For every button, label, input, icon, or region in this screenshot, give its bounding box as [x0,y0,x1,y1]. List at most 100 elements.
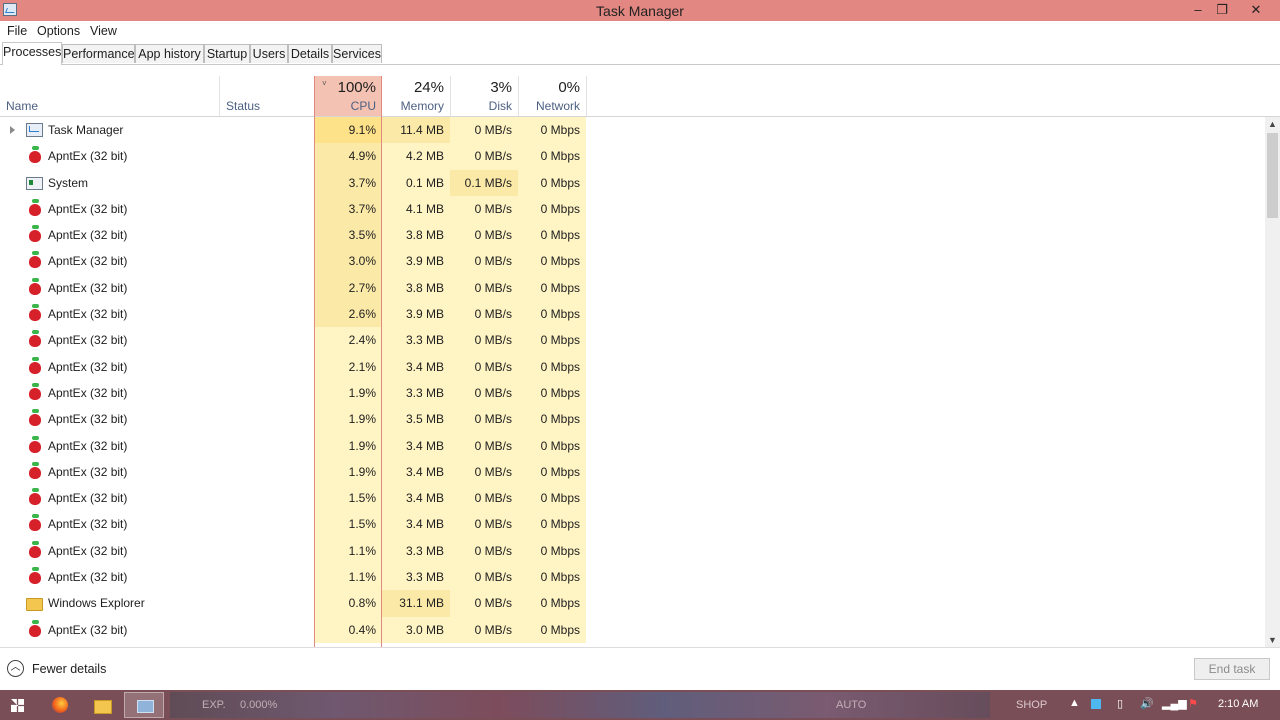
tab-services[interactable]: Services [332,44,382,63]
apple-icon [29,198,41,216]
scroll-up-icon[interactable]: ▲ [1265,119,1280,129]
vertical-scrollbar[interactable]: ▲ ▼ [1265,117,1280,647]
process-name: ApntEx (32 bit) [48,438,128,453]
process-row[interactable]: System 3.7% 0.1 MB 0.1 MB/s 0 Mbps [0,169,1265,196]
apple-icon [29,514,41,532]
cpu-cell: 2.6% [314,301,382,328]
process-name-cell: ApntEx (32 bit) [0,222,220,248]
close-button[interactable]: ✕ [1244,0,1268,21]
process-name-cell: ApntEx (32 bit) [0,327,220,353]
expand-arrow-icon[interactable] [10,126,15,134]
tab-details[interactable]: Details [288,44,332,63]
tab-startup[interactable]: Startup [204,44,250,63]
restore-button[interactable]: ❐ [1210,0,1234,21]
process-row[interactable]: ApntEx (32 bit) 1.9% 3.5 MB 0 MB/s 0 Mbps [0,406,1265,433]
game-shop-label: SHOP [1016,699,1048,711]
process-row[interactable]: ApntEx (32 bit) 3.7% 4.1 MB 0 MB/s 0 Mbps [0,195,1265,223]
cpu-cell: 1.1% [314,537,382,565]
apple-icon [29,461,41,479]
memory-cell: 3.8 MB [382,274,450,302]
menu-file[interactable]: File [7,24,27,38]
volume-icon[interactable]: 🔊 [1140,697,1154,710]
header-cpu-pct: 100% [337,79,376,96]
disk-cell: 0 MB/s [450,616,518,643]
apple-icon [29,330,41,348]
process-name-cell: System [0,170,220,196]
taskbar: EXP. 0.000% AUTO SHOP ▲ ▯ 🔊 ▂▄▆ ⚑ 2:10 A… [0,690,1280,720]
clock[interactable]: 2:10 AM [1218,698,1258,710]
network-cell: 0 Mbps [518,222,586,249]
end-task-button[interactable]: End task [1194,658,1270,680]
network-cell: 0 Mbps [518,432,586,459]
signal-icon[interactable]: ▂▄▆ [1162,697,1187,710]
tab-performance[interactable]: Performance [62,44,135,63]
explorer-taskbar-button[interactable] [82,692,122,718]
task-manager-taskbar-button[interactable] [124,692,164,718]
title-bar: Task Manager – ❐ ✕ [0,0,1280,21]
process-row[interactable]: ApntEx (32 bit) 1.5% 3.4 MB 0 MB/s 0 Mbps [0,511,1265,538]
scroll-thumb[interactable] [1267,133,1278,218]
process-row[interactable]: ApntEx (32 bit) 2.4% 3.3 MB 0 MB/s 0 Mbps [0,327,1265,354]
system-icon [26,176,43,190]
column-divider[interactable] [586,76,587,116]
memory-cell: 0.1 MB [382,169,450,196]
fewer-details-link[interactable]: Fewer details [32,662,106,676]
process-row[interactable]: ApntEx (32 bit) 4.9% 4.2 MB 0 MB/s 0 Mbps [0,143,1265,170]
process-name: ApntEx (32 bit) [48,385,128,400]
header-memory[interactable]: 24% Memory [382,76,450,116]
disk-cell: 0 MB/s [450,458,518,486]
start-button[interactable] [0,692,36,718]
network-cell: 0 Mbps [518,564,586,591]
network-cell: 0 Mbps [518,327,586,354]
process-name-cell: ApntEx (32 bit) [0,406,220,432]
tab-users[interactable]: Users [250,44,288,63]
process-row[interactable]: ApntEx (32 bit) 1.9% 3.4 MB 0 MB/s 0 Mbps [0,432,1265,459]
action-center-icon[interactable]: ⚑ [1188,697,1198,710]
process-row[interactable]: ApntEx (32 bit) 3.0% 3.9 MB 0 MB/s 0 Mbps [0,248,1265,275]
process-row[interactable]: ApntEx (32 bit) 1.1% 3.3 MB 0 MB/s 0 Mbps [0,537,1265,565]
apple-icon [29,277,41,295]
process-row[interactable]: ApntEx (32 bit) 2.1% 3.4 MB 0 MB/s 0 Mbps [0,353,1265,380]
process-row[interactable]: Windows Explorer 0.8% 31.1 MB 0 MB/s 0 Mbps [0,590,1265,617]
memory-cell: 11.4 MB [382,117,450,144]
process-row[interactable]: ApntEx (32 bit) 1.9% 3.4 MB 0 MB/s 0 Mbps [0,458,1265,486]
cpu-cell: 1.5% [314,511,382,538]
memory-cell: 31.1 MB [382,590,450,617]
process-row[interactable]: Task Manager 9.1% 11.4 MB 0 MB/s 0 Mbps [0,117,1265,144]
tray-overflow-icon[interactable]: ▲ [1069,697,1080,709]
cpu-cell: 1.1% [314,564,382,591]
process-row[interactable]: ApntEx (32 bit) 2.7% 3.8 MB 0 MB/s 0 Mbps [0,274,1265,302]
process-row[interactable]: ApntEx (32 bit) 0.4% 3.0 MB 0 MB/s 0 Mbps [0,616,1265,643]
folder-icon [26,598,43,612]
tab-processes[interactable]: Processes [2,42,62,65]
menu-view[interactable]: View [90,24,117,38]
header-name[interactable]: Name [0,76,220,116]
process-row[interactable]: ApntEx (32 bit) 1.5% 3.4 MB 0 MB/s 0 Mbps [0,485,1265,512]
tray-app-icon[interactable] [1091,699,1101,709]
process-row[interactable]: ApntEx (32 bit) 1.9% 3.3 MB 0 MB/s 0 Mbps [0,379,1265,407]
process-row[interactable]: ApntEx (32 bit) 1.1% 3.3 MB 0 MB/s 0 Mbps [0,564,1265,591]
network-cell: 0 Mbps [518,616,586,643]
scroll-down-icon[interactable]: ▼ [1265,635,1280,645]
header-cpu[interactable]: ˅ 100% CPU [314,76,382,116]
header-disk[interactable]: 3% Disk [450,76,518,116]
header-network[interactable]: 0% Network [518,76,586,116]
network-cell: 0 Mbps [518,379,586,407]
apple-icon [29,409,41,427]
cpu-cell: 1.9% [314,458,382,486]
game-overlay-bar: EXP. 0.000% AUTO SHOP [170,692,1047,718]
process-name: ApntEx (32 bit) [48,491,128,506]
memory-cell: 4.1 MB [382,195,450,223]
process-name-cell: ApntEx (32 bit) [0,617,220,643]
header-network-label: Network [535,99,580,113]
firefox-taskbar-button[interactable] [40,692,80,718]
tray-device-icon[interactable]: ▯ [1117,697,1123,710]
minimize-button[interactable]: – [1186,0,1210,21]
apple-icon [29,567,41,585]
menu-options[interactable]: Options [37,24,80,38]
process-row[interactable]: ApntEx (32 bit) 2.6% 3.9 MB 0 MB/s 0 Mbps [0,301,1265,328]
process-row[interactable]: ApntEx (32 bit) 3.5% 3.8 MB 0 MB/s 0 Mbps [0,222,1265,249]
tab-app-history[interactable]: App history [135,44,204,63]
chevron-up-icon[interactable]: ︿ [7,660,24,677]
header-status[interactable]: Status [220,76,314,116]
